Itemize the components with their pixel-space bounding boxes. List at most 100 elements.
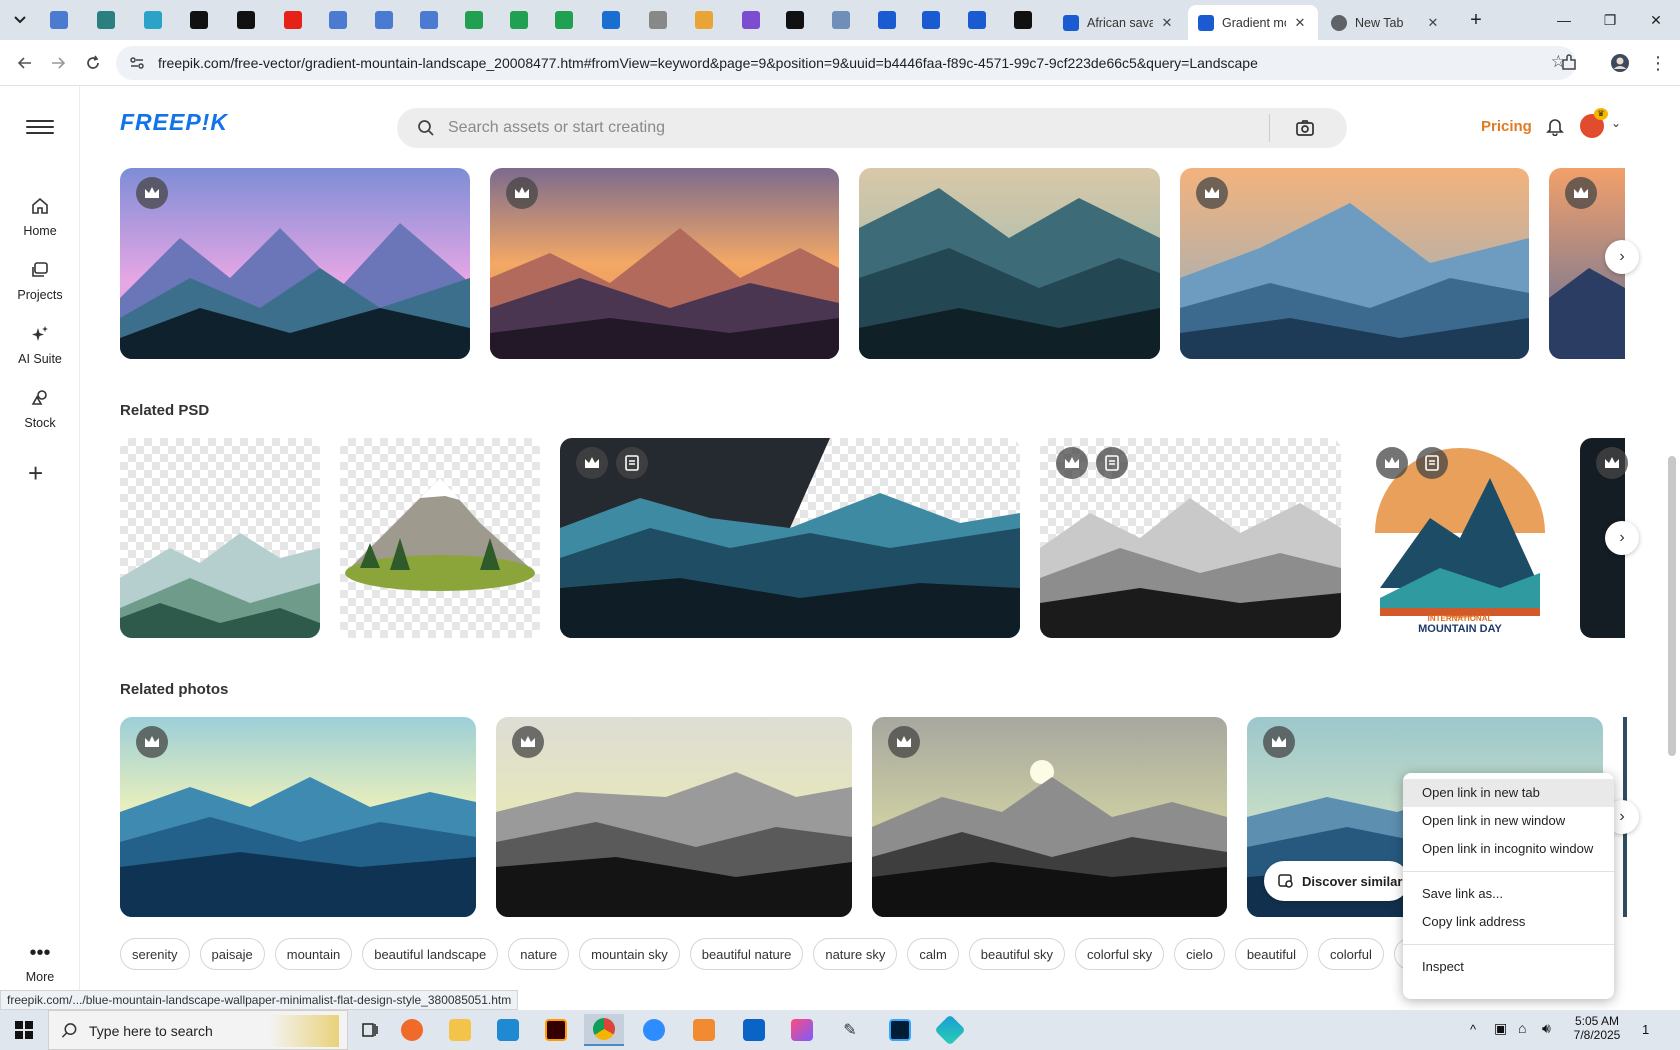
extensions-button[interactable]	[1554, 48, 1584, 78]
taskbar-firefox[interactable]	[392, 1014, 432, 1046]
bell-icon[interactable]	[1545, 116, 1565, 136]
tab-gradient-mountain[interactable]: Gradient mo ✕	[1188, 5, 1318, 40]
pinned-tab-favicon-icon[interactable]	[188, 9, 210, 31]
vector-card-2[interactable]	[490, 168, 839, 359]
pinned-tab-favicon-icon[interactable]	[876, 9, 898, 31]
pinned-tab-favicon-icon[interactable]	[693, 9, 715, 31]
forward-button[interactable]	[43, 48, 73, 78]
pinned-tab-favicon-icon[interactable]	[600, 9, 622, 31]
menu-item-open-new-tab[interactable]: Open link in new tab	[1403, 779, 1614, 807]
discover-similar-button[interactable]: Discover similar	[1264, 861, 1409, 901]
browser-menu-button[interactable]: ⋮	[1643, 48, 1673, 78]
new-tab-button[interactable]: +	[1453, 0, 1499, 40]
tray-chevron-icon[interactable]: ^	[1470, 1022, 1476, 1037]
taskbar-creative-cloud[interactable]	[782, 1014, 822, 1046]
network-icon[interactable]: ▣	[1494, 1020, 1507, 1037]
sidebar-item-stock[interactable]: Stock	[0, 386, 80, 430]
chevron-down-icon[interactable]: ⌄	[1611, 116, 1621, 130]
pinned-tab-favicon-icon[interactable]	[95, 9, 117, 31]
taskbar-zoom[interactable]	[634, 1014, 674, 1046]
pinned-tab-favicon-icon[interactable]	[740, 9, 762, 31]
pinned-tab-favicon-icon[interactable]	[463, 9, 485, 31]
start-button[interactable]	[0, 1010, 48, 1050]
tag-chip[interactable]: beautiful	[1234, 938, 1308, 970]
tag-chip[interactable]: paisaje	[199, 938, 265, 970]
taskbar-chrome[interactable]	[584, 1014, 624, 1046]
pinned-tab-favicon-icon[interactable]	[418, 9, 440, 31]
tag-chip[interactable]: beautiful nature	[689, 938, 804, 970]
menu-item-open-incognito[interactable]: Open link in incognito window	[1403, 835, 1614, 863]
close-window-button[interactable]: ✕	[1633, 0, 1679, 40]
tag-chip[interactable]: cielo	[1174, 938, 1225, 970]
hamburger-menu-icon[interactable]	[26, 116, 54, 138]
tag-chip[interactable]: serenity	[120, 938, 190, 970]
taskbar-photoshop[interactable]	[880, 1014, 920, 1046]
tag-chip[interactable]: colorful sky	[1075, 938, 1165, 970]
restore-button[interactable]: ❐	[1587, 0, 1633, 40]
sidebar-item-projects[interactable]: Projects	[0, 258, 80, 302]
psd-card-2[interactable]	[340, 438, 540, 638]
taskbar-app-teal[interactable]	[930, 1014, 970, 1046]
address-bar[interactable]: freepik.com/free-vector/gradient-mountai…	[116, 46, 1576, 80]
taskbar-pen-tool[interactable]: ✎	[830, 1014, 870, 1046]
taskbar-vscode[interactable]	[488, 1014, 528, 1046]
pinned-tab-favicon-icon[interactable]	[830, 9, 852, 31]
pinned-tab-favicon-icon[interactable]	[508, 9, 530, 31]
back-button[interactable]	[10, 48, 40, 78]
vector-card-4[interactable]	[1180, 168, 1529, 359]
sidebar-item-more[interactable]: ••• More	[0, 943, 80, 984]
taskbar-illustrator[interactable]	[536, 1014, 576, 1046]
add-icon[interactable]: +	[28, 458, 43, 489]
taskbar-search[interactable]: Type here to search	[48, 1010, 348, 1050]
tab-close-icon[interactable]: ✕	[1292, 15, 1308, 31]
tag-chip[interactable]: beautiful landscape	[362, 938, 499, 970]
search-input[interactable]	[448, 114, 1248, 142]
minimize-button[interactable]: —	[1541, 0, 1587, 40]
pinned-tab-favicon-icon[interactable]	[920, 9, 942, 31]
tab-search-button[interactable]	[6, 7, 34, 33]
vector-card-1[interactable]	[120, 168, 470, 359]
pinned-tab-favicon-icon[interactable]	[282, 9, 304, 31]
pinned-tab-favicon-icon[interactable]	[966, 9, 988, 31]
menu-item-open-new-window[interactable]: Open link in new window	[1403, 807, 1614, 835]
tag-chip[interactable]: beautiful sky	[968, 938, 1066, 970]
menu-item-inspect[interactable]: Inspect	[1403, 953, 1614, 981]
volume-icon[interactable]: 🔊︎	[1542, 1020, 1551, 1037]
vector-card-3[interactable]	[859, 168, 1160, 359]
tag-chip[interactable]: nature sky	[813, 938, 898, 970]
photo-card-2[interactable]	[496, 717, 852, 917]
tag-chip[interactable]: nature	[508, 938, 570, 970]
pinned-tab-favicon-icon[interactable]	[142, 9, 164, 31]
tag-chip[interactable]: colorful	[1317, 938, 1384, 970]
photo-card-1[interactable]	[120, 717, 476, 917]
taskbar-file-explorer[interactable]	[440, 1014, 480, 1046]
tab-close-icon[interactable]: ✕	[1425, 15, 1441, 31]
pinned-tab-favicon-icon[interactable]	[784, 9, 806, 31]
pinned-tab-favicon-icon[interactable]	[48, 9, 70, 31]
notification-center-icon[interactable]: 1	[1642, 1022, 1649, 1037]
taskbar-outlook[interactable]	[734, 1014, 774, 1046]
pricing-link[interactable]: Pricing	[1481, 118, 1532, 135]
carousel-next-button[interactable]: ›	[1605, 521, 1639, 555]
psd-card-1[interactable]	[120, 438, 320, 638]
tag-chip[interactable]: calm	[907, 938, 959, 970]
menu-item-copy-link[interactable]: Copy link address	[1403, 908, 1614, 936]
tab-close-icon[interactable]: ✕	[1159, 15, 1175, 31]
pinned-tab-favicon-icon[interactable]	[373, 9, 395, 31]
freepik-logo[interactable]: FREEP!K	[120, 109, 228, 136]
reload-button[interactable]	[78, 48, 108, 78]
sidebar-item-ai-suite[interactable]: AI Suite	[0, 322, 80, 366]
pinned-tab-favicon-icon[interactable]	[553, 9, 575, 31]
tab-african-savanna[interactable]: African savan ✕	[1053, 5, 1185, 40]
pinned-tab-favicon-icon[interactable]	[1012, 9, 1034, 31]
search-bar[interactable]	[397, 108, 1347, 148]
wifi-icon[interactable]: ⌂	[1518, 1020, 1526, 1036]
tab-new-tab[interactable]: New Tab ✕	[1321, 5, 1451, 40]
pinned-tab-favicon-icon[interactable]	[327, 9, 349, 31]
profile-button[interactable]	[1605, 48, 1635, 78]
camera-search-icon[interactable]	[1295, 118, 1315, 138]
sidebar-item-home[interactable]: Home	[0, 194, 80, 238]
task-view-button[interactable]	[350, 1014, 390, 1046]
carousel-next-button[interactable]: ›	[1605, 240, 1639, 274]
menu-item-save-link[interactable]: Save link as...	[1403, 880, 1614, 908]
